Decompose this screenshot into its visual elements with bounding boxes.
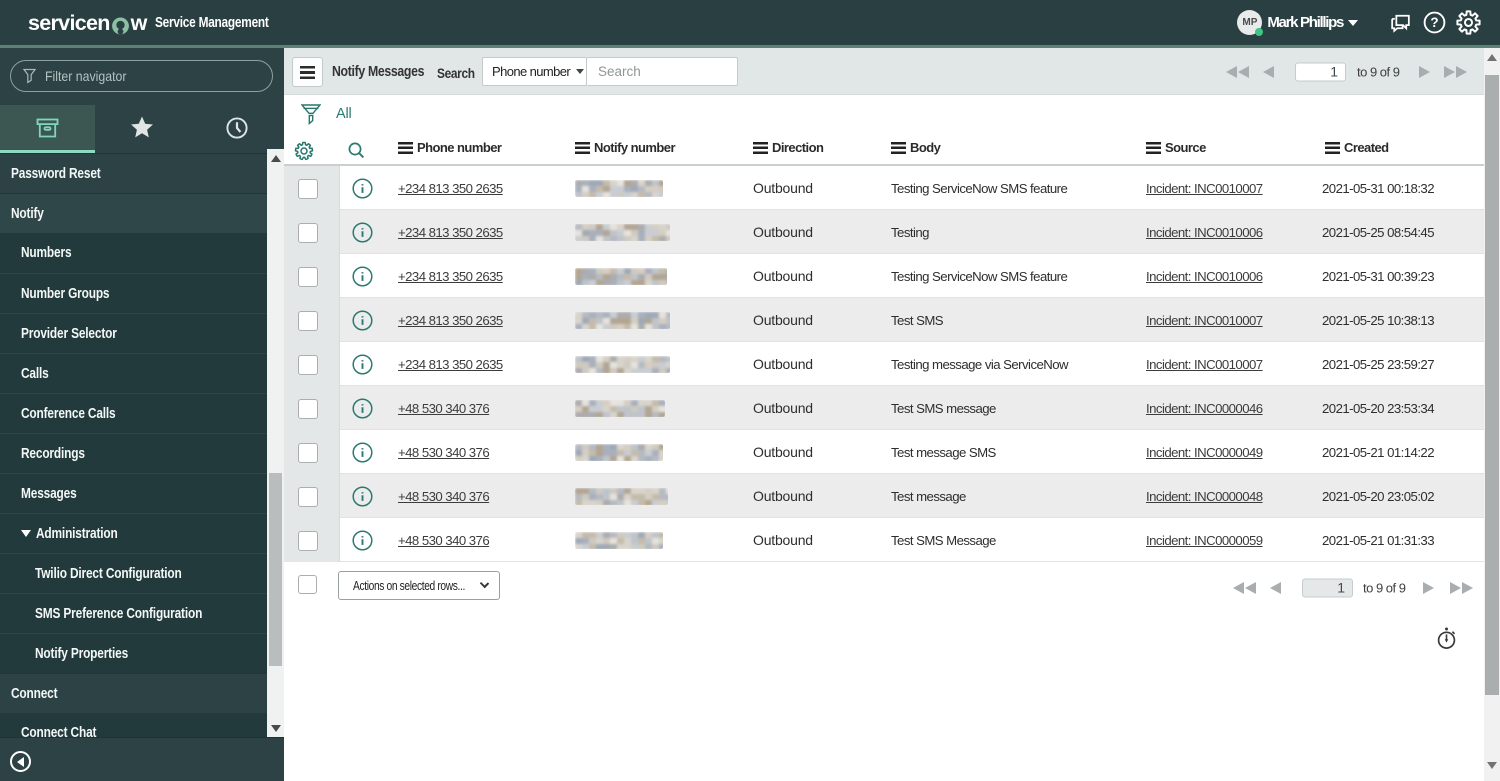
- svg-text:?: ?: [1430, 15, 1438, 30]
